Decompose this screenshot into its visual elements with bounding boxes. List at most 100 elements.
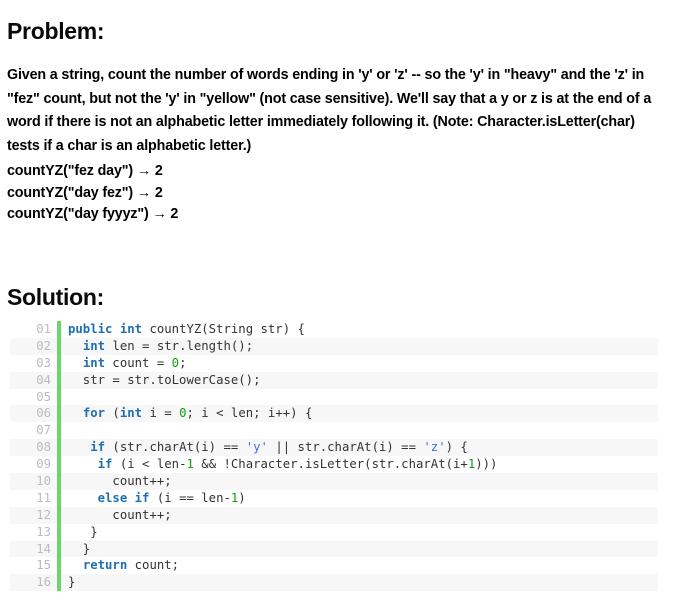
code-line-text[interactable]: if (i < len-1 && !Character.isLetter(str…: [61, 456, 658, 473]
code-line: 13 }: [10, 523, 658, 541]
code-line: 15 return count;: [10, 557, 658, 575]
code-token-str: 'y': [245, 440, 268, 455]
line-number: 11: [36, 490, 51, 505]
code-line-text[interactable]: }: [61, 574, 658, 591]
code-line-text[interactable]: return count;: [61, 557, 658, 574]
example-list: countYZ("fez day") → 2 countYZ("day fez")…: [7, 161, 178, 226]
line-number: 09: [36, 457, 51, 472]
code-line-text[interactable]: }: [61, 524, 658, 541]
code-line: 02 int len = str.length();: [10, 337, 658, 355]
code-token-num: 1: [186, 457, 194, 472]
problem-heading: Problem:: [7, 18, 105, 45]
code-line-text[interactable]: count++;: [61, 507, 658, 524]
code-token-num: 0: [171, 355, 180, 370]
code-token-pl: count++;: [68, 474, 172, 489]
code-line-text[interactable]: for (int i = 0; i < len; i++) {: [61, 405, 658, 422]
code-line: 14 }: [10, 540, 658, 558]
code-token-kw: return: [82, 558, 128, 573]
code-token-pl: && !Character.isLetter(str.charAt(i+: [193, 457, 468, 472]
code-token-pl: count++;: [68, 507, 172, 522]
code-line-text[interactable]: str = str.toLowerCase();: [61, 372, 658, 389]
code-token-kw: public: [68, 322, 113, 336]
code-token-pl: i =: [142, 406, 180, 421]
code-line: 12 count++;: [10, 506, 658, 524]
problem-statement: Given a string, count the number of word…: [7, 67, 652, 155]
code-line: 04 str = str.toLowerCase();: [10, 371, 658, 389]
code-line: 07: [10, 422, 658, 440]
line-number: 04: [36, 372, 51, 387]
code-token-pl: str = str.toLowerCase();: [68, 372, 261, 387]
line-number: 05: [36, 389, 51, 404]
line-number: 07: [36, 423, 51, 438]
code-line: 05: [10, 388, 658, 406]
code-token-pl: (: [105, 406, 120, 421]
code-token-pl: len = str.length();: [105, 338, 254, 353]
line-number: 02: [36, 338, 51, 353]
code-token-pl: }: [68, 575, 76, 590]
code-token-pl: (i == len-: [149, 490, 231, 505]
example-line: countYZ("fez day") → 2: [7, 163, 163, 179]
code-line-text[interactable]: int len = str.length();: [61, 338, 658, 355]
code-line: 08 if (str.charAt(i) == 'y' || str.charA…: [10, 439, 658, 457]
code-token-pl: }: [68, 524, 98, 539]
code-line-text[interactable]: else if (i == len-1): [61, 490, 658, 507]
line-number: 16: [36, 575, 51, 590]
line-number: 15: [36, 558, 51, 573]
code-line: 11 else if (i == len-1): [10, 489, 658, 507]
code-token-pl: ))): [475, 457, 498, 472]
line-number: 12: [36, 507, 51, 522]
code-token-pl: (i < len-: [112, 457, 187, 472]
page-root: Problem: Given a string, count the numbe…: [0, 0, 679, 604]
code-token-pl: count;: [127, 558, 180, 573]
code-line: 03 int count = 0;: [10, 354, 658, 372]
code-block[interactable]: 01 public int countYZ(String str) {02 int…: [10, 321, 658, 592]
line-number: 10: [36, 474, 51, 489]
code-line-text[interactable]: count++;: [61, 473, 658, 490]
code-token-kw: else if: [97, 490, 150, 505]
code-token-pl: }: [68, 541, 91, 556]
code-token-pl: || str.charAt(i) ==: [267, 440, 424, 455]
line-number: 13: [36, 524, 51, 539]
code-token-pl: (str.charAt(i) ==: [105, 440, 246, 455]
code-token-kw: int: [119, 406, 143, 421]
code-line: 10 count++;: [10, 473, 658, 490]
code-line-text[interactable]: [61, 422, 658, 439]
code-token-str: 'z': [423, 440, 446, 455]
code-token-num: 0: [179, 406, 187, 421]
code-line: 06 for (int i = 0; i < len; i++) {: [10, 405, 658, 423]
code-line-text[interactable]: if (str.charAt(i) == 'y' || str.charAt(i…: [61, 439, 658, 456]
example-line: countYZ("day fyyyz") → 2: [7, 206, 179, 223]
line-number: 01: [36, 322, 51, 336]
code-token-kw: if: [90, 440, 106, 455]
code-token-pl: ) {: [445, 440, 468, 455]
code-line: 01 public int countYZ(String str) {: [10, 321, 658, 338]
solution-heading: Solution:: [7, 284, 104, 311]
line-number: 03: [36, 355, 51, 370]
code-line-text[interactable]: public int countYZ(String str) {: [61, 321, 658, 338]
code-token-kw: if: [97, 457, 113, 472]
code-token-pl: count =: [105, 355, 172, 370]
example-line: countYZ("day fez") → 2: [7, 184, 163, 201]
line-number: 08: [36, 440, 51, 455]
code-token-pl: countYZ(String str) {: [142, 322, 305, 336]
code-line-text[interactable]: int count = 0;: [61, 355, 658, 372]
code-line-text[interactable]: }: [61, 541, 658, 558]
code-token-kw: int: [82, 355, 106, 370]
line-number: 06: [36, 406, 51, 421]
code-line: 09 if (i < len-1 && !Character.isLetter(…: [10, 456, 658, 474]
code-token-pl: ): [238, 490, 246, 505]
code-line: 16}: [10, 574, 658, 592]
code-token-kw: int: [82, 338, 106, 353]
code-token-pl: ; i < len; i++) {: [186, 406, 313, 421]
code-token-pl: ;: [179, 355, 187, 370]
code-line-text[interactable]: [61, 389, 658, 406]
code-token-kw: for: [82, 406, 106, 421]
